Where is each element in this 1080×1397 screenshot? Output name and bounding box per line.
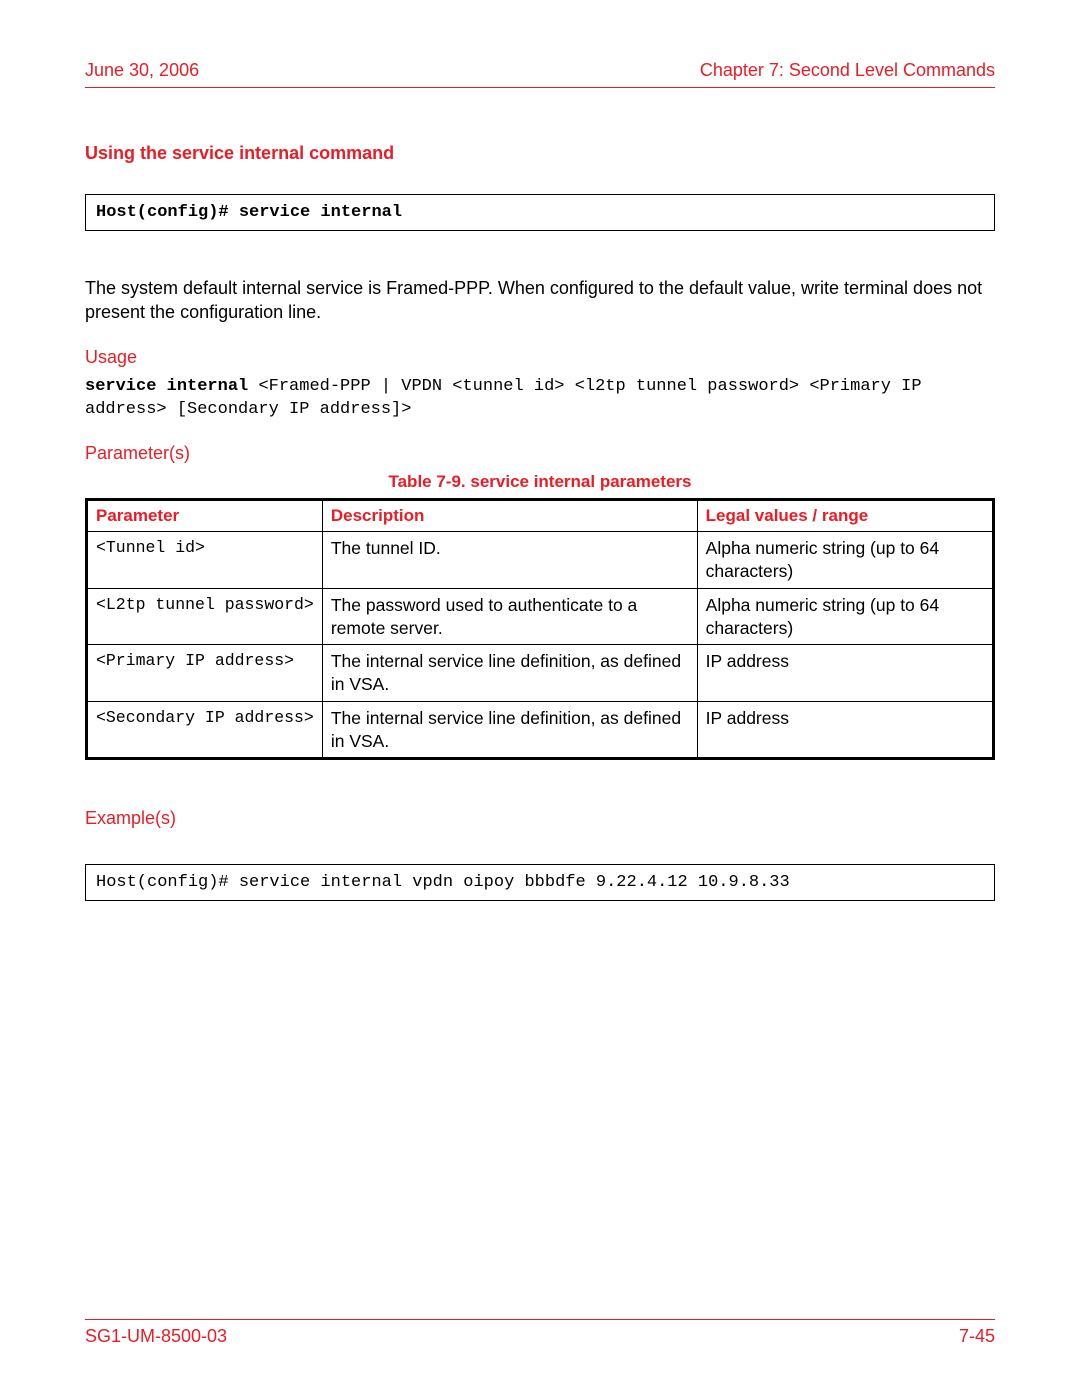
page-footer: SG1-UM-8500-03 7-45 [85,1319,995,1347]
table-row: <Tunnel id> The tunnel ID. Alpha numeric… [87,532,994,589]
param-desc: The internal service line definition, as… [322,645,697,702]
param-desc: The internal service line definition, as… [322,701,697,759]
example-box: Host(config)# service internal vpdn oipo… [85,864,995,901]
table-row: <Primary IP address> The internal servic… [87,645,994,702]
col-header-legal: Legal values / range [697,500,993,532]
param-desc: The tunnel ID. [322,532,697,589]
param-name: <L2tp tunnel password> [87,588,323,645]
table-header-row: Parameter Description Legal values / ran… [87,500,994,532]
parameters-table: Parameter Description Legal values / ran… [85,498,995,760]
param-legal: Alpha numeric string (up to 64 character… [697,532,993,589]
header-chapter: Chapter 7: Second Level Commands [700,60,995,81]
usage-command-prefix: service internal [85,377,258,396]
param-name: <Tunnel id> [87,532,323,589]
param-legal: IP address [697,701,993,759]
examples-label: Example(s) [85,808,995,829]
section-title: Using the service internal command [85,143,995,164]
param-legal: Alpha numeric string (up to 64 character… [697,588,993,645]
usage-label: Usage [85,347,995,368]
command-box: Host(config)# service internal [85,194,995,231]
usage-syntax: service internal <Framed-PPP | VPDN <tun… [85,376,995,422]
col-header-description: Description [322,500,697,532]
page-header: June 30, 2006 Chapter 7: Second Level Co… [85,60,995,88]
footer-page-number: 7-45 [959,1326,995,1347]
table-row: <Secondary IP address> The internal serv… [87,701,994,759]
table-row: <L2tp tunnel password> The password used… [87,588,994,645]
page-content: June 30, 2006 Chapter 7: Second Level Co… [85,60,995,1347]
param-name: <Primary IP address> [87,645,323,702]
param-desc: The password used to authenticate to a r… [322,588,697,645]
param-legal: IP address [697,645,993,702]
intro-text: The system default internal service is F… [85,276,995,325]
col-header-parameter: Parameter [87,500,323,532]
table-caption: Table 7-9. service internal parameters [85,472,995,492]
param-name: <Secondary IP address> [87,701,323,759]
header-date: June 30, 2006 [85,60,199,81]
parameters-label: Parameter(s) [85,443,995,464]
footer-doc-id: SG1-UM-8500-03 [85,1326,227,1347]
